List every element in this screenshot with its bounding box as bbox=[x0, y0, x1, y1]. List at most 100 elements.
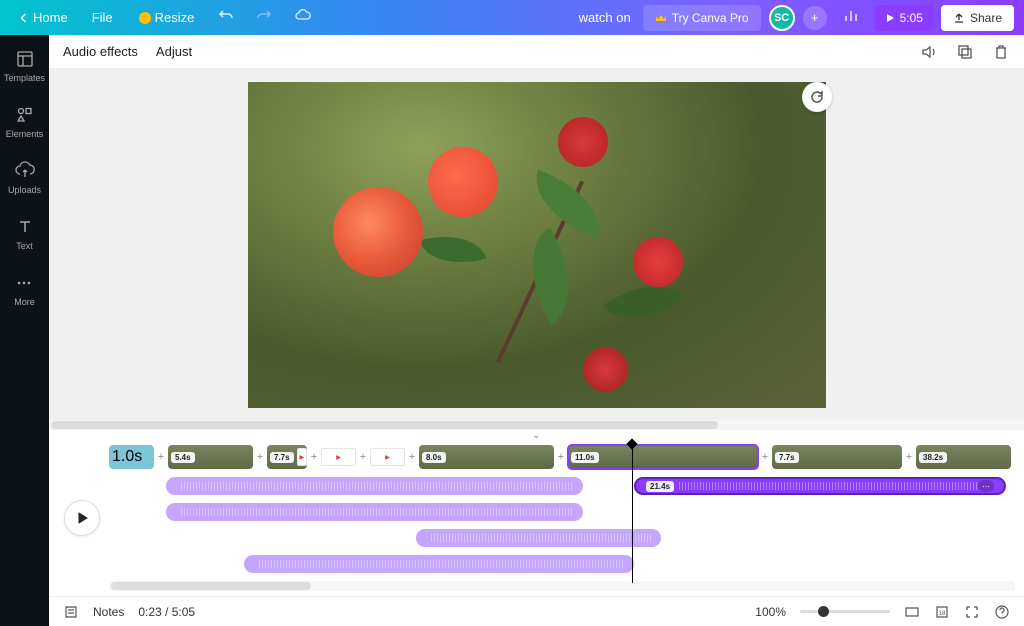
crown-icon bbox=[655, 12, 667, 24]
trash-icon[interactable] bbox=[992, 43, 1010, 61]
undo-button[interactable] bbox=[210, 4, 242, 31]
crown-icon bbox=[139, 12, 151, 24]
audio-clip[interactable] bbox=[244, 555, 634, 573]
context-toolbar: Audio effects Adjust bbox=[49, 35, 1024, 69]
volume-icon[interactable] bbox=[920, 43, 938, 61]
add-clip-button[interactable]: + bbox=[255, 451, 265, 463]
play-icon bbox=[885, 13, 895, 23]
canvas-area[interactable] bbox=[49, 69, 1024, 420]
refresh-button[interactable] bbox=[802, 82, 832, 112]
home-label: Home bbox=[33, 10, 68, 25]
collapse-timeline-button[interactable]: ⌄ bbox=[532, 430, 540, 440]
sidebar-label: More bbox=[14, 297, 35, 307]
adjust-button[interactable]: Adjust bbox=[156, 44, 192, 59]
clip-duration: 21.4s bbox=[646, 481, 674, 492]
video-clip[interactable]: 5.4s bbox=[168, 445, 253, 469]
fullscreen-icon[interactable] bbox=[964, 604, 980, 620]
share-label: Share bbox=[970, 11, 1002, 25]
sidebar-item-more[interactable]: More bbox=[12, 271, 37, 309]
video-clip[interactable]: 7.7s▶ bbox=[267, 445, 307, 469]
sidebar-label: Text bbox=[16, 241, 33, 251]
add-member-button[interactable]: + bbox=[803, 6, 827, 30]
share-button[interactable]: Share bbox=[941, 5, 1014, 31]
resize-label: Resize bbox=[155, 10, 195, 25]
add-clip-button[interactable]: + bbox=[358, 451, 368, 463]
audio-clip[interactable] bbox=[416, 529, 661, 547]
clip-duration: 38.2s bbox=[919, 452, 947, 463]
playback-time: 0:23 / 5:05 bbox=[138, 605, 195, 619]
templates-icon bbox=[15, 49, 35, 69]
video-clip[interactable]: ▶ bbox=[321, 448, 356, 466]
sidebar-item-text[interactable]: Text bbox=[13, 215, 37, 253]
insights-button[interactable] bbox=[835, 4, 867, 31]
upload-icon bbox=[953, 12, 965, 24]
video-preview[interactable] bbox=[248, 82, 826, 408]
redo-icon bbox=[256, 8, 272, 24]
add-clip-button[interactable]: + bbox=[556, 451, 566, 463]
sidebar-item-elements[interactable]: Elements bbox=[4, 103, 46, 141]
video-clip[interactable]: ▶ bbox=[370, 448, 405, 466]
video-clip[interactable]: 11.0s bbox=[568, 445, 758, 469]
timeline-scrollbar[interactable] bbox=[109, 581, 1014, 591]
audio-effects-button[interactable]: Audio effects bbox=[63, 44, 138, 59]
audio-track-3[interactable] bbox=[109, 529, 1014, 549]
present-button[interactable]: 5:05 bbox=[875, 5, 933, 31]
notes-button[interactable]: Notes bbox=[93, 605, 124, 619]
audio-track-4[interactable] bbox=[109, 555, 1014, 575]
sidebar-item-templates[interactable]: Templates bbox=[2, 47, 47, 85]
audio-clip[interactable] bbox=[166, 503, 583, 521]
video-track[interactable]: 1.0s+5.4s+7.7s▶+▶+▶+8.0s+11.0s+7.7s+38.2… bbox=[109, 445, 1014, 469]
grid-view-icon[interactable] bbox=[904, 604, 920, 620]
file-menu[interactable]: File bbox=[82, 6, 123, 29]
redo-button[interactable] bbox=[248, 4, 280, 31]
document-title[interactable]: watch on bbox=[579, 10, 631, 25]
clip-duration: 7.7s bbox=[775, 452, 799, 463]
play-icon bbox=[75, 511, 89, 525]
page-count-icon[interactable]: 18 bbox=[934, 604, 950, 620]
audio-track-2[interactable] bbox=[109, 503, 1014, 523]
clip-duration: 8.0s bbox=[422, 452, 446, 463]
avatar[interactable]: SC bbox=[769, 5, 795, 31]
add-clip-button[interactable]: + bbox=[309, 451, 319, 463]
video-clip[interactable]: 7.7s bbox=[772, 445, 902, 469]
sidebar-item-uploads[interactable]: Uploads bbox=[6, 159, 43, 197]
duration-label: 5:05 bbox=[900, 11, 923, 25]
clip-duration: 7.7s bbox=[270, 452, 294, 463]
file-label: File bbox=[92, 10, 113, 25]
playhead[interactable] bbox=[632, 440, 636, 583]
horizontal-scrollbar[interactable] bbox=[49, 420, 1024, 430]
sidebar-label: Templates bbox=[4, 73, 45, 83]
top-bar: Home File Resize watch on Try Canva Pro … bbox=[0, 0, 1024, 35]
duplicate-icon[interactable] bbox=[956, 43, 974, 61]
add-clip-button[interactable]: + bbox=[904, 451, 914, 463]
audio-track-1[interactable]: 21.4s ⋯ bbox=[109, 477, 1014, 497]
text-icon bbox=[15, 217, 35, 237]
audio-clip[interactable] bbox=[166, 477, 583, 495]
try-pro-label: Try Canva Pro bbox=[672, 11, 749, 25]
add-clip-button[interactable]: + bbox=[156, 451, 166, 463]
zoom-slider[interactable] bbox=[800, 610, 890, 613]
video-clip[interactable]: 1.0s bbox=[109, 445, 154, 469]
clip-more-button[interactable]: ⋯ bbox=[978, 480, 994, 492]
timeline: 1.0s+5.4s+7.7s▶+▶+▶+8.0s+11.0s+7.7s+38.2… bbox=[49, 440, 1024, 596]
cloud-sync-button[interactable] bbox=[286, 3, 320, 32]
undo-icon bbox=[218, 8, 234, 24]
video-clip[interactable]: 38.2s bbox=[916, 445, 1011, 469]
zoom-level: 100% bbox=[755, 605, 786, 619]
resize-button[interactable]: Resize bbox=[129, 6, 205, 29]
chevron-left-icon bbox=[18, 12, 30, 24]
try-pro-button[interactable]: Try Canva Pro bbox=[643, 5, 761, 31]
video-clip[interactable]: 8.0s bbox=[419, 445, 554, 469]
play-button[interactable] bbox=[64, 500, 100, 536]
left-sidebar: Templates Elements Uploads Text More bbox=[0, 35, 49, 626]
refresh-icon bbox=[809, 89, 825, 105]
add-clip-button[interactable]: + bbox=[760, 451, 770, 463]
add-clip-button[interactable]: + bbox=[407, 451, 417, 463]
home-button[interactable]: Home bbox=[10, 6, 76, 29]
clip-duration: 11.0s bbox=[571, 452, 599, 463]
audio-clip[interactable]: 21.4s ⋯ bbox=[634, 477, 1006, 495]
clip-duration: 1.0s bbox=[112, 448, 142, 466]
help-icon[interactable] bbox=[994, 604, 1010, 620]
cloud-icon bbox=[294, 7, 312, 25]
notes-icon[interactable] bbox=[63, 604, 79, 620]
